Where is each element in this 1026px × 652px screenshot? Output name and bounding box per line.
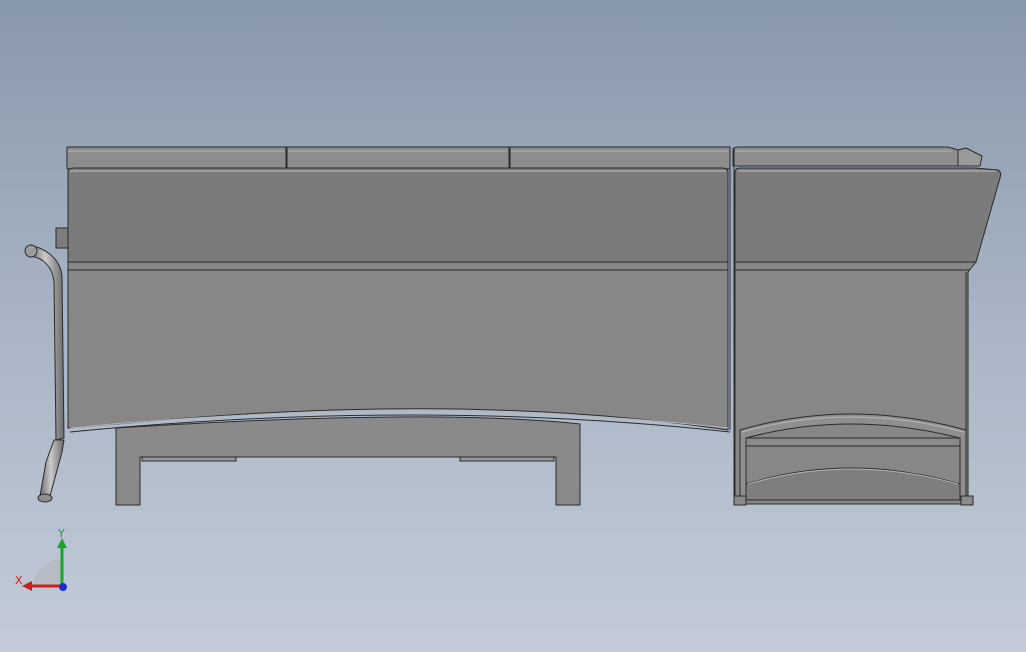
right-seat-cushion	[732, 146, 959, 167]
right-cushion-corner	[957, 147, 983, 167]
right-back-upper	[734, 167, 1002, 263]
y-axis-label: Y	[57, 528, 65, 540]
main-back-upper	[67, 167, 729, 263]
left-bracket	[55, 227, 69, 249]
triad-plane	[32, 558, 62, 586]
main-base	[115, 416, 581, 506]
main-seat-cushions	[66, 146, 731, 170]
sofa-model[interactable]	[0, 0, 1026, 652]
right-leg-right	[960, 495, 974, 506]
x-arrowhead	[22, 581, 32, 591]
x-axis-label: X	[15, 574, 23, 587]
z-axis-dot	[59, 583, 67, 591]
right-leg-left	[733, 495, 747, 506]
reference-triad: Y X	[15, 528, 67, 591]
main-front-lower	[67, 261, 729, 431]
left-arm-tube	[24, 244, 65, 503]
graphics-viewport[interactable]: Y X	[0, 0, 1026, 652]
